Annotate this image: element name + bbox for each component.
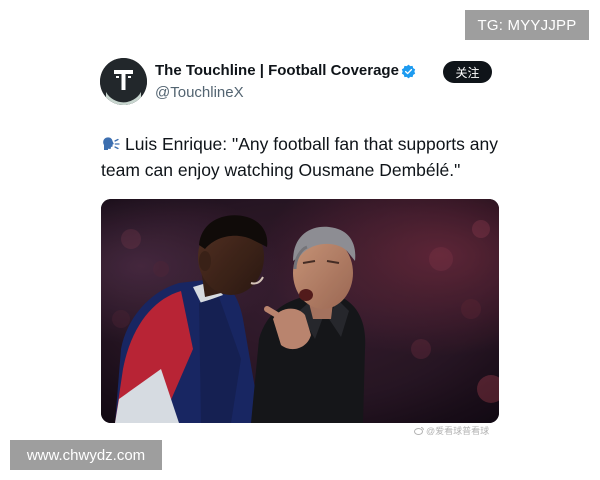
- site-watermark-badge: www.chwydz.com: [10, 440, 162, 470]
- dembele-enrique-photo: [101, 199, 499, 423]
- tweet-body: Luis Enrique: "Any football fan that sup…: [101, 134, 498, 180]
- tweet-photo[interactable]: [101, 199, 499, 423]
- tg-watermark-badge: TG: MYYJJPP: [465, 10, 589, 40]
- touchline-logo-icon: [100, 58, 147, 105]
- speaking-head-icon: [103, 137, 120, 150]
- verified-badge-icon: [401, 64, 416, 79]
- avatar[interactable]: [100, 58, 147, 105]
- tweet-text: Luis Enrique: "Any football fan that sup…: [101, 131, 501, 183]
- account-name[interactable]: The Touchline | Football Coverage: [155, 62, 399, 79]
- photo-watermark-text: @爱看球普看球: [426, 426, 490, 436]
- follow-button[interactable]: 关注: [443, 61, 492, 83]
- photo-watermark: @爱看球普看球: [414, 424, 489, 437]
- account-handle[interactable]: @TouchlineX: [155, 84, 244, 101]
- weibo-icon: [414, 427, 424, 435]
